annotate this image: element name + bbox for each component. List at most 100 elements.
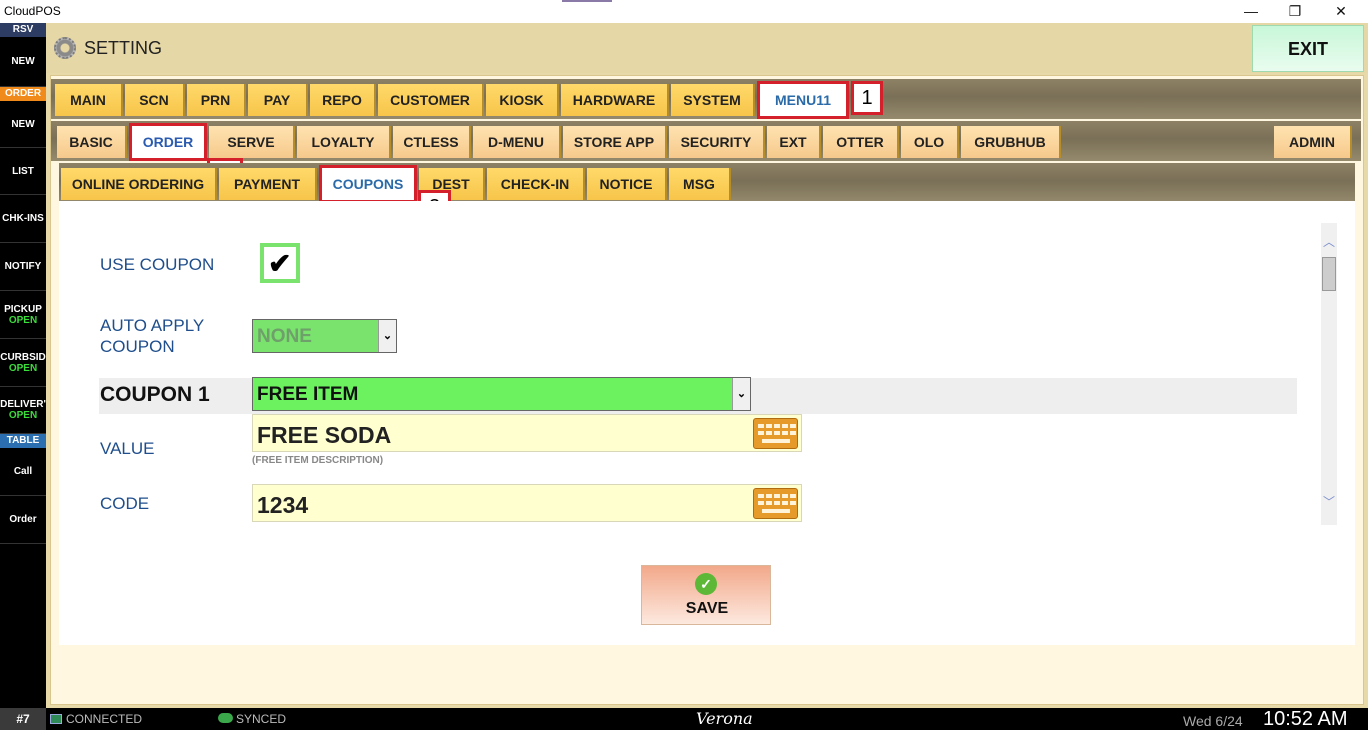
keyboard-icon[interactable] — [753, 418, 798, 449]
save-button[interactable]: ✓ SAVE — [641, 565, 771, 625]
tab-admin[interactable]: ADMIN — [1274, 126, 1352, 158]
tab-check-in[interactable]: CHECK-IN — [487, 168, 585, 200]
chevron-down-icon: ⌄ — [378, 320, 396, 352]
exit-button[interactable]: EXIT — [1252, 25, 1364, 72]
sidebar-header-rsv: RSV — [0, 23, 46, 37]
value-input[interactable]: FREE SODA — [252, 414, 802, 452]
tab-system[interactable]: SYSTEM — [671, 84, 755, 116]
callout-1: 1 — [851, 81, 883, 115]
tab-ctless[interactable]: CTLESS — [393, 126, 471, 158]
sidebar-item-label: CHK-INS — [2, 213, 44, 224]
tab-msg[interactable]: MSG — [669, 168, 731, 200]
sidebar-item-pickup[interactable]: PICKUP OPEN — [0, 291, 46, 339]
sidebar-item-label: Call — [13, 466, 33, 477]
value-label: VALUE — [100, 439, 155, 458]
curbside-status: OPEN — [8, 362, 38, 374]
tab-payment[interactable]: PAYMENT — [219, 168, 317, 200]
sidebar-item-label: Order — [9, 514, 37, 525]
sidebar-item-call[interactable]: Call — [0, 448, 46, 496]
sidebar-item-rsv-new[interactable]: NEW — [0, 37, 46, 87]
store-name: Verona — [696, 709, 753, 728]
tab-otter[interactable]: OTTER — [823, 126, 899, 158]
pickup-status: OPEN — [8, 314, 38, 326]
tab-kiosk[interactable]: KIOSK — [486, 84, 559, 116]
coupon1-label: COUPON 1 — [100, 383, 210, 406]
sidebar-item-label: NOTIFY — [4, 261, 42, 272]
scrollbar-thumb[interactable] — [1322, 257, 1336, 291]
title-accent — [562, 0, 612, 2]
tab-serve[interactable]: SERVE — [209, 126, 295, 158]
auto-apply-label-2: COUPON — [100, 337, 175, 356]
cloud-icon — [218, 713, 233, 723]
auto-apply-label: AUTO APPLY — [100, 316, 205, 335]
minimize-button[interactable]: — — [1228, 0, 1274, 23]
restore-button[interactable]: ❐ — [1272, 0, 1318, 23]
save-label: SAVE — [685, 600, 729, 617]
tab-online-ordering[interactable]: ONLINE ORDERING — [61, 168, 217, 200]
tab-row-order: ONLINE ORDERING PAYMENT COUPONS DEST CHE… — [59, 163, 1355, 203]
sidebar-item-label: LIST — [12, 165, 34, 177]
clock-display: 10:52 AM — [1263, 708, 1348, 730]
coupon1-type-value: FREE ITEM — [257, 384, 359, 405]
tab-d-menu[interactable]: D-MENU — [473, 126, 561, 158]
code-input[interactable]: 1234 — [252, 484, 802, 522]
tab-pay[interactable]: PAY — [248, 84, 308, 116]
settings-panel: MAIN SCN PRN PAY REPO CUSTOMER KIOSK HAR… — [50, 75, 1364, 705]
sidebar-item-notify[interactable]: NOTIFY — [0, 243, 46, 291]
checkmark-circle-icon: ✓ — [695, 573, 717, 595]
connected-status: CONNECTED — [66, 712, 143, 726]
tab-hardware[interactable]: HARDWARE — [561, 84, 669, 116]
sidebar-item-chk-ins[interactable]: CHK-INS — [0, 195, 46, 243]
sidebar-item-label: PICKUP — [4, 303, 42, 315]
use-coupon-checkbox[interactable]: ✔ — [260, 243, 300, 283]
sidebar-item-curbside[interactable]: CURBSID OPEN — [0, 339, 46, 387]
synced-status: SYNCED — [236, 712, 287, 726]
tab-menu11[interactable]: MENU11 — [757, 81, 849, 119]
chevron-down-icon: ⌄ — [732, 378, 750, 410]
tab-grubhub[interactable]: GRUBHUB — [961, 126, 1061, 158]
use-coupon-label: USE COUPON — [100, 255, 215, 274]
sidebar-item-list[interactable]: LIST — [0, 148, 46, 195]
tab-basic[interactable]: BASIC — [57, 126, 127, 158]
tab-order[interactable]: ORDER — [129, 123, 207, 161]
sidebar-item-order-new[interactable]: NEW — [0, 101, 46, 148]
tab-loyalty[interactable]: LOYALTY — [297, 126, 391, 158]
left-sidebar: RSV NEW ORDER NEW LIST CHK-INS NOTIFY PI… — [0, 23, 46, 708]
tab-prn[interactable]: PRN — [187, 84, 246, 116]
value-hint: (FREE ITEM DESCRIPTION) — [252, 455, 384, 466]
close-button[interactable]: ✕ — [1318, 0, 1364, 23]
scroll-down-icon[interactable]: ﹀ — [1323, 493, 1335, 510]
tab-ext[interactable]: EXT — [767, 126, 821, 158]
sidebar-header-order: ORDER — [0, 87, 46, 101]
sidebar-item-label: CURBSID — [0, 351, 46, 363]
keyboard-icon[interactable] — [753, 488, 798, 519]
tab-scn[interactable]: SCN — [125, 84, 185, 116]
date-display: Wed 6/24 — [1183, 713, 1243, 729]
sidebar-item-delivery[interactable]: DELIVER' OPEN — [0, 387, 46, 434]
station-number: #7 — [0, 708, 46, 730]
tab-customer[interactable]: CUSTOMER — [378, 84, 484, 116]
coupon1-type-select[interactable]: FREE ITEM ⌄ — [252, 377, 751, 411]
auto-apply-value: NONE — [257, 326, 312, 347]
tab-security[interactable]: SECURITY — [669, 126, 765, 158]
tab-store-app[interactable]: STORE APP — [563, 126, 667, 158]
sidebar-item-label: NEW — [11, 118, 35, 130]
window-title-bar: CloudPOS — ❐ ✕ — [0, 0, 1368, 23]
vertical-scrollbar[interactable]: ︿ ﹀ — [1321, 223, 1337, 525]
delivery-status: OPEN — [8, 410, 38, 421]
tab-coupons[interactable]: COUPONS — [319, 165, 417, 203]
tab-row-main: MAIN SCN PRN PAY REPO CUSTOMER KIOSK HAR… — [51, 79, 1361, 119]
sidebar-header-table: TABLE — [0, 434, 46, 448]
coupons-content: USE COUPON ✔ AUTO APPLY COUPON NONE ⌄ CO… — [59, 201, 1355, 645]
tab-olo[interactable]: OLO — [901, 126, 959, 158]
scroll-up-icon[interactable]: ︿ — [1323, 233, 1335, 250]
auto-apply-select[interactable]: NONE ⌄ — [252, 319, 397, 353]
code-label: CODE — [100, 494, 150, 513]
app-title: CloudPOS — [4, 4, 61, 18]
tab-notice[interactable]: NOTICE — [587, 168, 667, 200]
status-bar: #7 CONNECTED SYNCED Verona Wed 6/24 10:5… — [0, 708, 1368, 730]
tab-repo[interactable]: REPO — [310, 84, 376, 116]
value-text: FREE SODA — [257, 422, 392, 448]
sidebar-item-order[interactable]: Order — [0, 496, 46, 544]
tab-main[interactable]: MAIN — [55, 84, 123, 116]
